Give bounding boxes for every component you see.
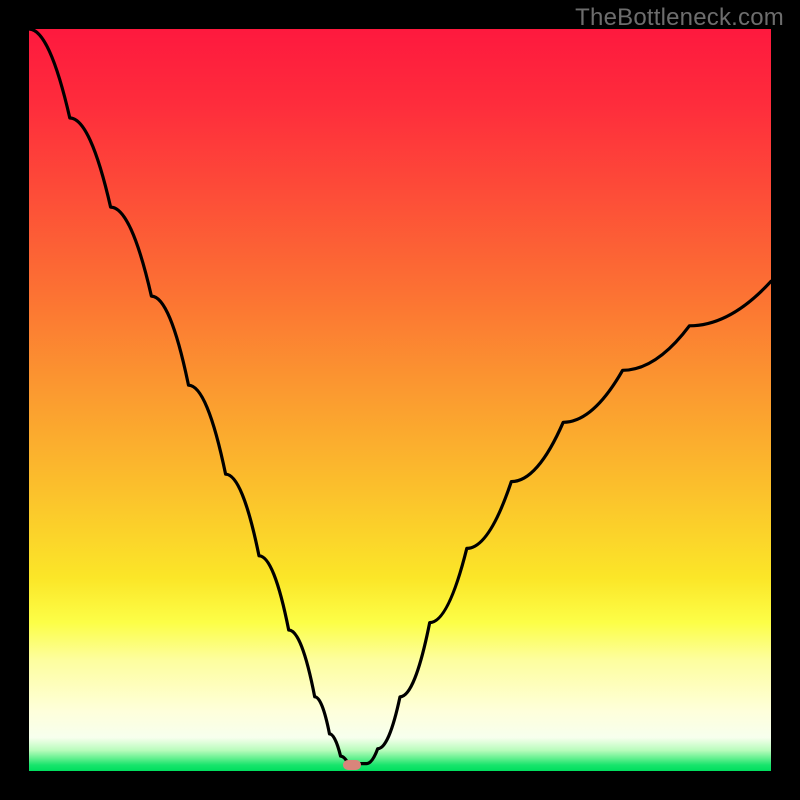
chart-frame: TheBottleneck.com [0,0,800,800]
plot-area [29,29,771,771]
watermark-text: TheBottleneck.com [575,4,784,32]
bottleneck-curve [29,29,771,771]
optimal-point-marker [343,760,361,770]
